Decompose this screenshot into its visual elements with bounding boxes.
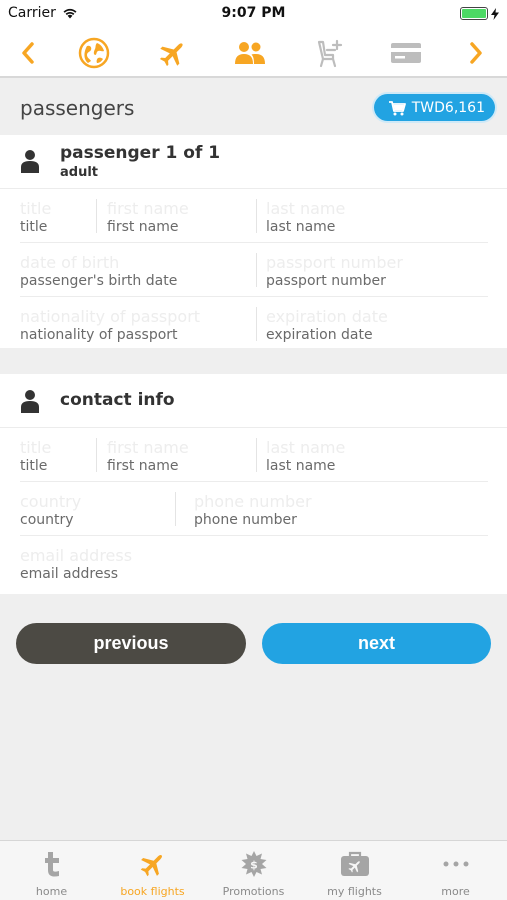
- divider: [96, 438, 97, 472]
- tab-label: book flights: [120, 885, 185, 898]
- battery-indicator: [460, 7, 499, 20]
- divider: [20, 535, 488, 536]
- previous-button[interactable]: previous: [16, 623, 246, 664]
- divider: [256, 199, 257, 233]
- passport-number-label: passport number: [266, 273, 386, 289]
- chevron-left-icon[interactable]: [10, 36, 46, 70]
- status-time: 9:07 PM: [221, 5, 286, 21]
- country-placeholder: country: [20, 492, 82, 511]
- tab-label: more: [441, 885, 470, 898]
- passengers-icon[interactable]: [232, 36, 268, 70]
- airplane-icon[interactable]: [155, 36, 191, 70]
- cart-total-button[interactable]: TWD6,161: [373, 94, 495, 121]
- status-bar: Carrier 9:07 PM: [0, 0, 507, 28]
- next-button[interactable]: next: [262, 623, 491, 664]
- tab-home[interactable]: home: [1, 841, 102, 900]
- divider: [256, 307, 257, 341]
- tab-promotions[interactable]: $ Promotions: [203, 841, 304, 900]
- contact-title-label: title: [20, 458, 48, 474]
- booking-steps-nav: [0, 28, 507, 78]
- divider: [0, 427, 507, 428]
- nationality-label: nationality of passport: [20, 327, 178, 343]
- passenger-card: passenger 1 of 1 adult title title first…: [0, 135, 507, 348]
- passenger-type: adult: [60, 165, 99, 180]
- passenger-title-field[interactable]: title title: [20, 199, 51, 235]
- nationality-placeholder: nationality of passport: [20, 307, 201, 326]
- cart-icon: [388, 100, 406, 115]
- phone-number-placeholder: phone number: [194, 492, 312, 511]
- passenger-dob-field[interactable]: date of birth passenger's birth date: [20, 253, 177, 289]
- tab-my-flights[interactable]: my flights: [304, 841, 405, 900]
- divider: [20, 481, 488, 482]
- divider: [0, 188, 507, 189]
- chevron-right-icon[interactable]: [458, 36, 494, 70]
- contact-last-name-placeholder: last name: [266, 438, 346, 457]
- credit-card-icon[interactable]: [388, 36, 424, 70]
- expiration-date-placeholder: expiration date: [266, 307, 388, 326]
- cart-total: TWD6,161: [411, 99, 485, 116]
- contact-card: contact info title title first name firs…: [0, 374, 507, 594]
- globe-icon[interactable]: [76, 36, 112, 70]
- section-header: passengers TWD6,161: [0, 80, 507, 135]
- country-label: country: [20, 512, 74, 528]
- contact-first-name-field[interactable]: first name first name: [107, 438, 189, 474]
- expiration-date-field[interactable]: expiration date expiration date: [266, 307, 388, 343]
- t-logo-icon: [1, 849, 102, 879]
- passenger-last-name-label: last name: [266, 219, 336, 235]
- charging-bolt-icon: [491, 7, 499, 20]
- phone-number-field[interactable]: phone number phone number: [194, 492, 312, 528]
- tab-more[interactable]: more: [405, 841, 506, 900]
- email-field[interactable]: email address email address: [20, 546, 132, 582]
- page-title: passengers: [20, 96, 135, 120]
- divider: [96, 199, 97, 233]
- passenger-last-name-field[interactable]: last name last name: [266, 199, 345, 235]
- tab-label: my flights: [327, 885, 382, 898]
- contact-first-name-placeholder: first name: [107, 438, 189, 457]
- passenger-title-placeholder: title: [20, 199, 52, 218]
- passenger-dob-label: passenger's birth date: [20, 273, 178, 289]
- phone-number-label: phone number: [194, 512, 297, 528]
- nationality-field[interactable]: nationality of passport nationality of p…: [20, 307, 200, 343]
- tab-label: Promotions: [222, 885, 285, 898]
- contact-title-placeholder: title: [20, 438, 52, 457]
- passenger-title: passenger 1 of 1: [60, 143, 221, 163]
- person-icon: [21, 390, 39, 413]
- battery-icon: [460, 7, 488, 20]
- contact-last-name-field[interactable]: last name last name: [266, 438, 345, 474]
- contact-title: contact info: [60, 390, 175, 410]
- passenger-last-name-placeholder: last name: [266, 199, 346, 218]
- more-dots-icon: [405, 849, 506, 879]
- divider: [175, 492, 176, 526]
- passenger-dob-placeholder: date of birth: [20, 253, 120, 272]
- airplane-icon: [102, 849, 203, 879]
- tab-label: home: [35, 885, 68, 898]
- seat-icon[interactable]: [310, 36, 346, 70]
- passenger-first-name-placeholder: first name: [107, 199, 189, 218]
- contact-title-field[interactable]: title title: [20, 438, 51, 474]
- person-icon: [21, 150, 39, 173]
- suitcase-icon: [304, 849, 405, 879]
- divider: [20, 296, 488, 297]
- passport-number-field[interactable]: passport number passport number: [266, 253, 403, 289]
- email-placeholder: email address: [20, 546, 133, 565]
- tab-book-flights[interactable]: book flights: [102, 841, 203, 900]
- expiration-date-label: expiration date: [266, 327, 373, 343]
- contact-first-name-label: first name: [107, 458, 179, 474]
- passenger-first-name-field[interactable]: first name first name: [107, 199, 189, 235]
- tab-bar: home book flights $ Promotions my flight…: [0, 840, 507, 900]
- divider: [20, 242, 488, 243]
- divider: [256, 438, 257, 472]
- svg-text:$: $: [250, 859, 258, 872]
- email-label: email address: [20, 566, 119, 582]
- divider: [256, 253, 257, 287]
- passenger-first-name-label: first name: [107, 219, 179, 235]
- passenger-title-label: title: [20, 219, 48, 235]
- passport-number-placeholder: passport number: [266, 253, 403, 272]
- promotions-icon: $: [203, 849, 304, 879]
- country-field[interactable]: country country: [20, 492, 81, 528]
- contact-last-name-label: last name: [266, 458, 336, 474]
